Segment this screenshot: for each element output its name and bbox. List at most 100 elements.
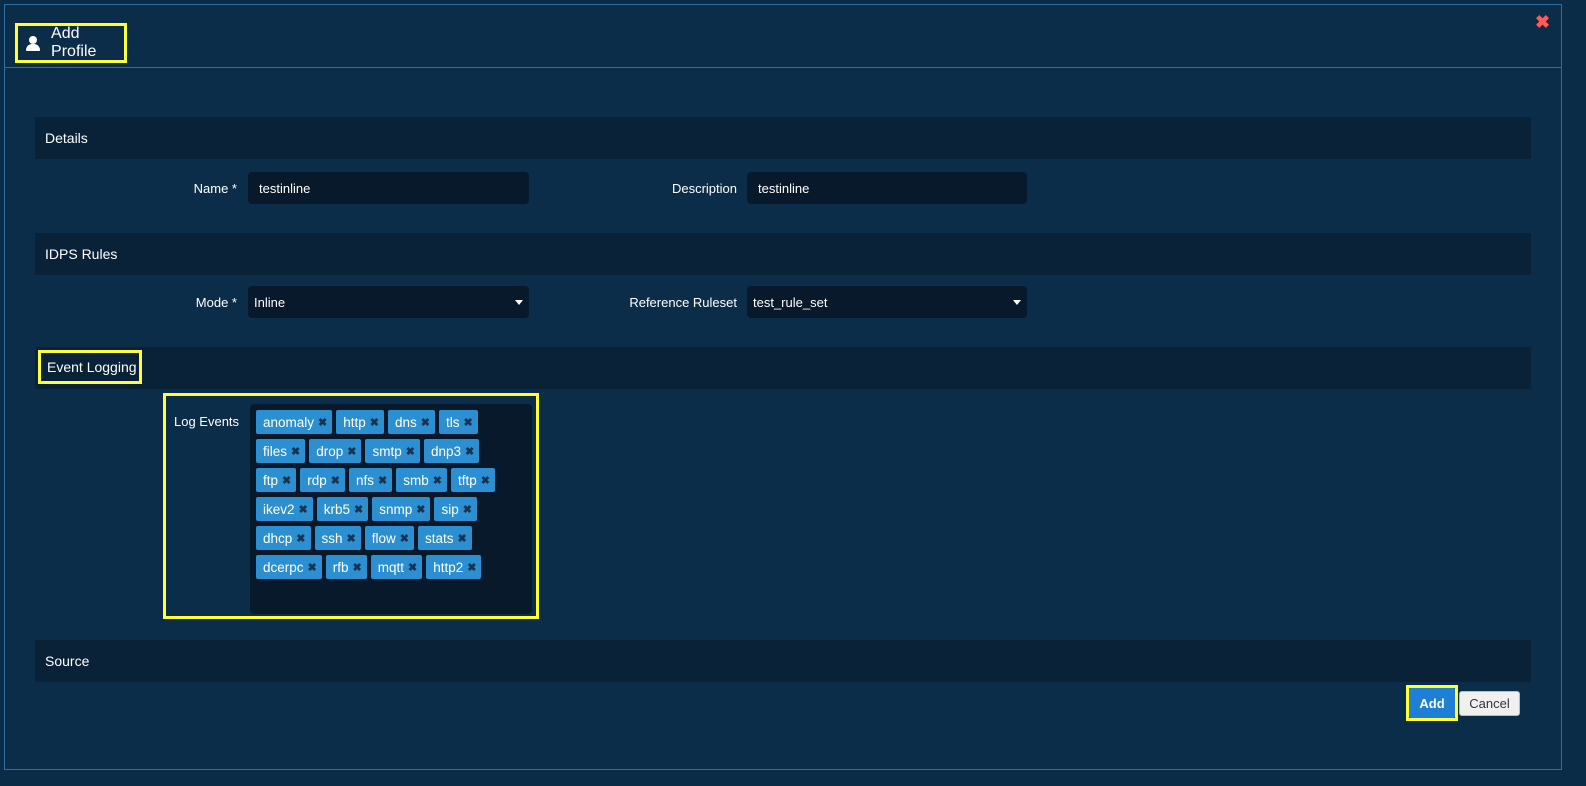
section-details: Details — [35, 117, 1531, 159]
reference-ruleset-label: Reference Ruleset — [629, 295, 737, 310]
tag-label: http — [343, 414, 366, 430]
tag-label: snmp — [379, 501, 413, 517]
remove-tag-icon[interactable]: ✖ — [282, 474, 291, 487]
mode-label: Mode * — [195, 295, 237, 310]
remove-tag-icon[interactable]: ✖ — [463, 503, 472, 516]
remove-tag-icon[interactable]: ✖ — [408, 561, 417, 574]
tag-label: krb5 — [323, 501, 350, 517]
log-event-tag-ikev2: ikev2 ✖ — [256, 497, 313, 521]
log-event-tag-files: files ✖ — [256, 439, 306, 463]
tag-label: tftp — [457, 472, 477, 488]
remove-tag-icon[interactable]: ✖ — [296, 532, 305, 545]
tag-row: anomaly ✖ http ✖ dns ✖ tls ✖ — [256, 410, 526, 434]
remove-tag-icon[interactable]: ✖ — [464, 416, 473, 429]
remove-tag-icon[interactable]: ✖ — [421, 416, 430, 429]
tag-row: dcerpc ✖ rfb ✖ mqtt ✖ http2 ✖ — [256, 555, 526, 579]
tag-label: ssh — [321, 530, 343, 546]
remove-tag-icon[interactable]: ✖ — [318, 416, 327, 429]
log-event-tag-mqtt: mqtt ✖ — [370, 555, 423, 579]
remove-tag-icon[interactable]: ✖ — [481, 474, 490, 487]
close-icon[interactable]: ✖ — [1535, 13, 1550, 31]
remove-tag-icon[interactable]: ✖ — [299, 503, 308, 516]
name-input[interactable]: testinline — [248, 172, 529, 204]
log-event-tag-nfs: nfs ✖ — [348, 468, 393, 492]
remove-tag-icon[interactable]: ✖ — [378, 474, 387, 487]
log-event-tag-http2: http2 ✖ — [426, 555, 482, 579]
reference-ruleset-select[interactable]: test_rule_set — [747, 286, 1027, 318]
log-event-tag-ftp: ftp ✖ — [256, 468, 297, 492]
tag-label: anomaly — [263, 414, 315, 430]
log-event-tag-anomaly: anomaly ✖ — [256, 410, 333, 434]
log-event-tag-dhcp: dhcp ✖ — [256, 526, 311, 550]
remove-tag-icon[interactable]: ✖ — [406, 445, 415, 458]
tag-label: tls — [446, 414, 460, 430]
tag-label: sip — [441, 501, 459, 517]
tag-label: dns — [395, 414, 417, 430]
log-event-tag-sip: sip ✖ — [434, 497, 477, 521]
tag-row: ikev2 ✖ krb5 ✖ snmp ✖ sip ✖ — [256, 497, 526, 521]
tag-label: dcerpc — [263, 559, 304, 575]
remove-tag-icon[interactable]: ✖ — [331, 474, 340, 487]
cancel-button[interactable]: Cancel — [1459, 691, 1520, 716]
remove-tag-icon[interactable]: ✖ — [308, 561, 317, 574]
tag-label: http2 — [433, 559, 464, 575]
mode-select[interactable]: Inline — [248, 286, 529, 318]
log-event-tag-smb: smb ✖ — [396, 468, 447, 492]
tag-label: rdp — [307, 472, 327, 488]
remove-tag-icon[interactable]: ✖ — [354, 503, 363, 516]
log-event-tag-krb5: krb5 ✖ — [316, 497, 369, 521]
log-event-tag-flow: flow ✖ — [364, 526, 414, 550]
log-event-tag-rdp: rdp ✖ — [300, 468, 345, 492]
tag-label: dnp3 — [430, 443, 462, 459]
remove-tag-icon[interactable]: ✖ — [400, 532, 409, 545]
section-event-logging-bar — [35, 347, 1531, 389]
log-event-tag-dnp3: dnp3 ✖ — [423, 439, 480, 463]
remove-tag-icon[interactable]: ✖ — [353, 561, 362, 574]
add-profile-modal: Add Profile ✖ Details Name * testinline … — [4, 4, 1562, 770]
tag-label: ftp — [263, 472, 279, 488]
log-event-tag-smtp: smtp ✖ — [365, 439, 420, 463]
remove-tag-icon[interactable]: ✖ — [433, 474, 442, 487]
tag-label: dhcp — [263, 530, 293, 546]
remove-tag-icon[interactable]: ✖ — [465, 445, 474, 458]
log-events-tags: anomaly ✖ http ✖ dns ✖ tls ✖ files ✖ drop ✖ smtp ✖ dnp… — [256, 410, 526, 584]
log-events-box: Log Events anomaly ✖ http ✖ dns ✖ tls ✖ files ✖ dr… — [163, 393, 539, 619]
log-event-tag-drop: drop ✖ — [309, 439, 362, 463]
tag-label: rfb — [332, 559, 349, 575]
remove-tag-icon[interactable]: ✖ — [416, 503, 425, 516]
tag-label: files — [263, 443, 288, 459]
section-idps-rules: IDPS Rules — [35, 233, 1531, 275]
modal-header: Add Profile ✖ — [5, 5, 1561, 68]
modal-title-box: Add Profile — [15, 23, 127, 63]
description-label: Description — [671, 181, 737, 196]
tag-label: mqtt — [377, 559, 404, 575]
log-event-tag-tftp: tftp ✖ — [450, 468, 495, 492]
tag-label: flow — [371, 530, 396, 546]
log-event-tag-http: http ✖ — [336, 410, 384, 434]
description-input[interactable]: testinline — [747, 172, 1027, 204]
log-events-label: Log Events — [174, 414, 240, 429]
log-event-tag-tls: tls ✖ — [439, 410, 478, 434]
tag-label: smb — [403, 472, 429, 488]
remove-tag-icon[interactable]: ✖ — [347, 532, 356, 545]
add-button[interactable]: Add — [1409, 688, 1455, 718]
remove-tag-icon[interactable]: ✖ — [467, 561, 476, 574]
remove-tag-icon[interactable]: ✖ — [291, 445, 300, 458]
modal-title: Add Profile — [51, 25, 97, 60]
remove-tag-icon[interactable]: ✖ — [370, 416, 379, 429]
log-events-multiselect[interactable]: anomaly ✖ http ✖ dns ✖ tls ✖ files ✖ drop ✖ smtp ✖ dnp… — [250, 404, 532, 614]
tag-label: drop — [316, 443, 344, 459]
section-event-logging: Event Logging — [38, 350, 142, 384]
remove-tag-icon[interactable]: ✖ — [347, 445, 356, 458]
tag-label: stats — [424, 530, 454, 546]
tag-row: ftp ✖ rdp ✖ nfs ✖ smb ✖ tftp ✖ — [256, 468, 526, 492]
remove-tag-icon[interactable]: ✖ — [457, 532, 466, 545]
log-event-tag-dcerpc: dcerpc ✖ — [256, 555, 322, 579]
log-event-tag-stats: stats ✖ — [417, 526, 472, 550]
log-event-tag-rfb: rfb ✖ — [325, 555, 367, 579]
tag-label: smtp — [372, 443, 402, 459]
mode-value: Inline — [254, 294, 286, 310]
name-label: Name * — [193, 181, 237, 196]
log-event-tag-snmp: snmp ✖ — [372, 497, 431, 521]
log-event-tag-ssh: ssh ✖ — [314, 526, 361, 550]
